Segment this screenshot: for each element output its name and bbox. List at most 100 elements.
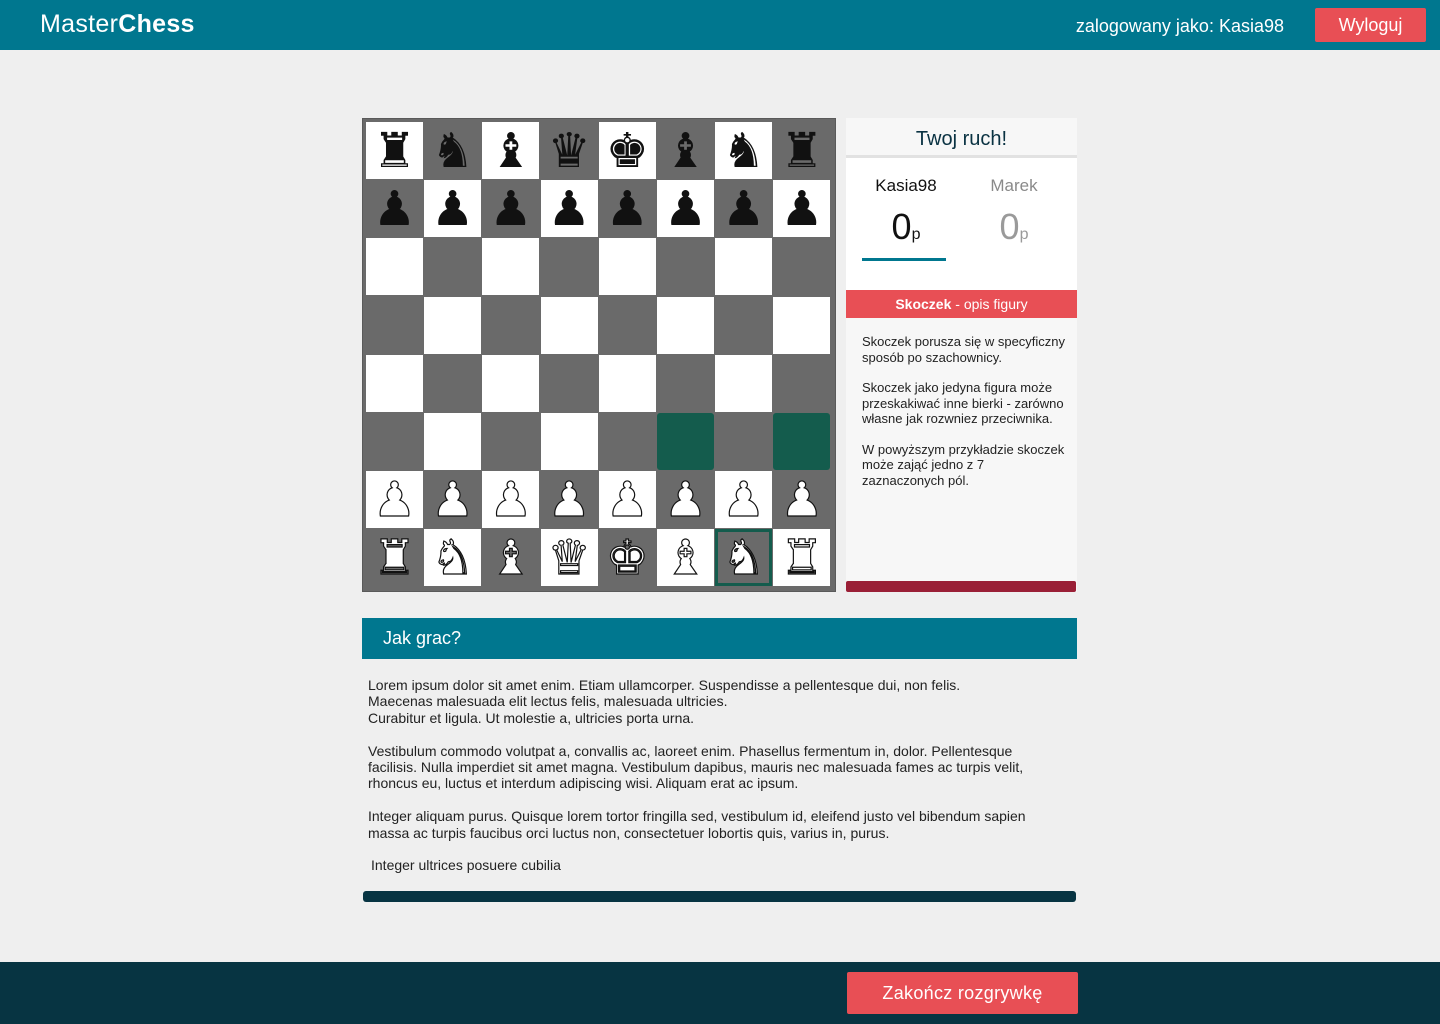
board-square[interactable]: ♞ bbox=[424, 529, 482, 587]
white-pawn-icon[interactable]: ♟ bbox=[372, 475, 416, 524]
board-square[interactable] bbox=[540, 296, 598, 354]
black-king-icon[interactable]: ♚ bbox=[606, 127, 649, 175]
white-knight-icon[interactable]: ♞ bbox=[431, 533, 475, 582]
board-square[interactable] bbox=[598, 413, 656, 470]
black-knight-icon[interactable]: ♞ bbox=[722, 127, 765, 175]
black-pawn-icon[interactable]: ♟ bbox=[489, 185, 532, 233]
black-pawn-icon[interactable]: ♟ bbox=[373, 185, 416, 233]
board-square[interactable] bbox=[366, 238, 423, 296]
board-square[interactable]: ♞ bbox=[424, 122, 482, 179]
white-rook-icon[interactable]: ♜ bbox=[372, 533, 416, 582]
board-square[interactable]: ♜ bbox=[366, 529, 423, 587]
board-square[interactable]: ♟ bbox=[773, 471, 831, 529]
board-square[interactable]: ♜ bbox=[366, 122, 423, 179]
board-square-highlighted[interactable] bbox=[657, 413, 714, 470]
board-square[interactable] bbox=[540, 238, 598, 296]
black-queen-icon[interactable]: ♛ bbox=[548, 127, 591, 175]
black-pawn-icon[interactable]: ♟ bbox=[780, 185, 823, 233]
board-square[interactable]: ♚ bbox=[598, 122, 656, 179]
board-square[interactable] bbox=[366, 354, 423, 412]
board-square[interactable] bbox=[657, 354, 714, 412]
board-square[interactable] bbox=[482, 296, 540, 354]
board-square[interactable] bbox=[715, 413, 773, 470]
board-square[interactable] bbox=[540, 413, 598, 470]
board-square[interactable]: ♟ bbox=[773, 180, 831, 238]
white-pawn-icon[interactable]: ♟ bbox=[431, 475, 475, 524]
white-queen-icon[interactable]: ♛ bbox=[547, 533, 591, 582]
board-square[interactable] bbox=[657, 238, 714, 296]
board-square[interactable]: ♞ bbox=[715, 122, 773, 179]
board-square[interactable] bbox=[598, 296, 656, 354]
board-square[interactable] bbox=[773, 238, 831, 296]
black-bishop-icon[interactable]: ♝ bbox=[664, 127, 707, 175]
white-rook-icon[interactable]: ♜ bbox=[780, 533, 824, 582]
board-square-highlighted[interactable] bbox=[773, 413, 831, 470]
board-square[interactable]: ♟ bbox=[657, 471, 714, 529]
player-card-active: Kasia98 0p bbox=[856, 176, 956, 248]
white-bishop-icon[interactable]: ♝ bbox=[663, 533, 707, 582]
board-square[interactable]: ♟ bbox=[366, 471, 423, 529]
board-square[interactable]: ♟ bbox=[715, 180, 773, 238]
black-rook-icon[interactable]: ♜ bbox=[373, 127, 416, 175]
board-square[interactable]: ♟ bbox=[482, 180, 540, 238]
white-bishop-icon[interactable]: ♝ bbox=[489, 533, 533, 582]
black-rook-icon[interactable]: ♜ bbox=[780, 127, 823, 175]
board-square[interactable] bbox=[424, 238, 482, 296]
board-square[interactable] bbox=[773, 354, 831, 412]
logout-button[interactable]: Wyloguj bbox=[1315, 8, 1426, 42]
board-square[interactable]: ♟ bbox=[482, 471, 540, 529]
white-pawn-icon[interactable]: ♟ bbox=[489, 475, 533, 524]
board-square[interactable]: ♟ bbox=[715, 471, 773, 529]
board-square[interactable] bbox=[482, 238, 540, 296]
board-square[interactable]: ♟ bbox=[540, 180, 598, 238]
board-square[interactable]: ♟ bbox=[598, 471, 656, 529]
black-pawn-icon[interactable]: ♟ bbox=[664, 185, 707, 233]
board-square[interactable]: ♟ bbox=[540, 471, 598, 529]
board-square[interactable]: ♟ bbox=[657, 180, 714, 238]
board-square[interactable]: ♞ bbox=[715, 529, 773, 587]
black-knight-icon[interactable]: ♞ bbox=[431, 127, 474, 175]
board-square[interactable]: ♝ bbox=[482, 122, 540, 179]
white-pawn-icon[interactable]: ♟ bbox=[605, 475, 649, 524]
white-knight-icon[interactable]: ♞ bbox=[722, 533, 766, 582]
board-square[interactable]: ♝ bbox=[482, 529, 540, 587]
board-square[interactable]: ♜ bbox=[773, 529, 831, 587]
board-square[interactable] bbox=[657, 296, 714, 354]
board-square[interactable] bbox=[424, 354, 482, 412]
board-square[interactable] bbox=[598, 238, 656, 296]
black-pawn-icon[interactable]: ♟ bbox=[431, 185, 474, 233]
board-square[interactable] bbox=[715, 296, 773, 354]
black-pawn-icon[interactable]: ♟ bbox=[722, 185, 765, 233]
app-logo[interactable]: MasterChess bbox=[40, 10, 195, 39]
black-bishop-icon[interactable]: ♝ bbox=[489, 127, 532, 175]
board-square[interactable] bbox=[366, 296, 423, 354]
board-square[interactable]: ♟ bbox=[598, 180, 656, 238]
board-square[interactable] bbox=[366, 413, 423, 470]
board-square[interactable]: ♛ bbox=[540, 529, 598, 587]
black-pawn-icon[interactable]: ♟ bbox=[548, 185, 591, 233]
board-square[interactable] bbox=[715, 354, 773, 412]
board-square[interactable]: ♜ bbox=[773, 122, 831, 179]
white-pawn-icon[interactable]: ♟ bbox=[780, 475, 824, 524]
black-pawn-icon[interactable]: ♟ bbox=[606, 185, 649, 233]
board-square[interactable] bbox=[424, 296, 482, 354]
board-square[interactable] bbox=[482, 354, 540, 412]
white-pawn-icon[interactable]: ♟ bbox=[663, 475, 707, 524]
board-square[interactable]: ♟ bbox=[424, 471, 482, 529]
board-square[interactable]: ♟ bbox=[366, 180, 423, 238]
end-game-button[interactable]: Zakończ rozgrywkę bbox=[847, 972, 1078, 1014]
white-pawn-icon[interactable]: ♟ bbox=[722, 475, 766, 524]
board-square[interactable]: ♟ bbox=[424, 180, 482, 238]
board-square[interactable] bbox=[598, 354, 656, 412]
board-square[interactable]: ♝ bbox=[657, 122, 714, 179]
board-square[interactable] bbox=[482, 413, 540, 470]
board-square[interactable] bbox=[773, 296, 831, 354]
board-square[interactable] bbox=[715, 238, 773, 296]
board-square[interactable]: ♛ bbox=[540, 122, 598, 179]
white-pawn-icon[interactable]: ♟ bbox=[547, 475, 591, 524]
board-square[interactable] bbox=[424, 413, 482, 470]
board-square[interactable]: ♚ bbox=[598, 529, 656, 587]
white-king-icon[interactable]: ♚ bbox=[605, 533, 649, 582]
board-square[interactable] bbox=[540, 354, 598, 412]
board-square[interactable]: ♝ bbox=[657, 529, 714, 587]
